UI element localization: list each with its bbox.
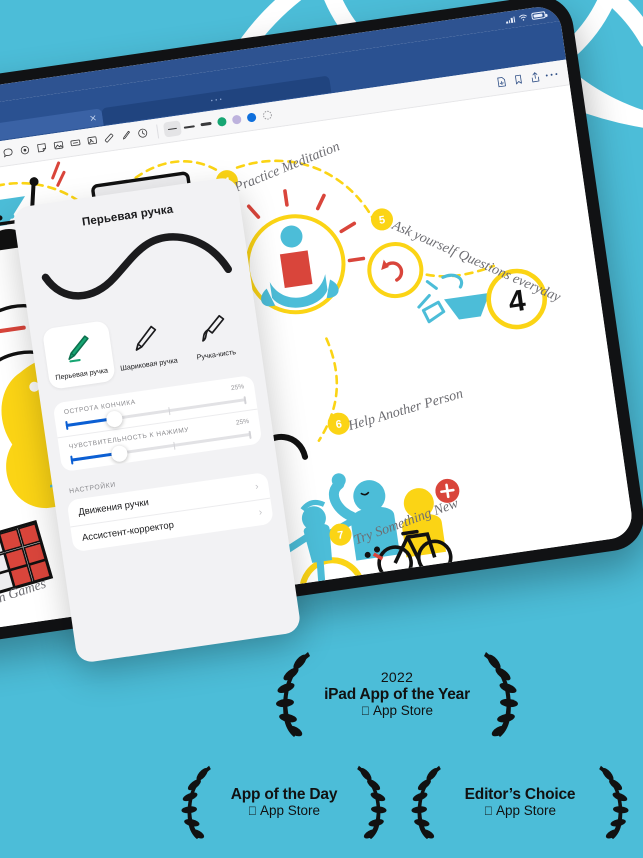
slider-knob[interactable] — [105, 409, 124, 428]
clock-icon — [138, 128, 148, 138]
width-thick-button[interactable] — [197, 115, 216, 132]
history-tool[interactable] — [133, 124, 152, 143]
comment-icon — [3, 148, 13, 158]
doodle-question-badge — [367, 242, 424, 299]
width-thin-button[interactable] — [162, 120, 182, 138]
award-store-label: App Store — [491, 803, 556, 819]
color-swatch-green[interactable] — [216, 116, 228, 127]
award-title: iPad App of the Year — [324, 685, 470, 703]
award-text: 2022 iPad App of the Year  App Store — [320, 668, 474, 718]
award-editors-choice: Editor’s Choice  App Store — [408, 762, 632, 842]
sticker-icon — [87, 136, 98, 145]
highlighter-icon — [123, 130, 130, 140]
slider-group: ОСТРОТА КОНЧИКА 25% ЧУВСТВИТЕЛЬНОСТЬ К Н… — [52, 374, 263, 473]
laurel-left-icon — [276, 652, 310, 737]
brush-pen-icon — [202, 314, 225, 342]
svg-text:Practice Meditation: Practice Meditation — [231, 139, 342, 196]
width-medium-button[interactable] — [180, 118, 199, 135]
award-text: Editor’s Choice  App Store — [450, 786, 590, 818]
slider-knob[interactable] — [110, 444, 129, 463]
apple-logo-icon:  — [248, 805, 257, 817]
battery-icon — [531, 11, 546, 20]
color-wheel-icon[interactable] — [258, 106, 277, 125]
laurel-right-icon — [599, 765, 629, 840]
add-page-icon — [496, 76, 506, 87]
status-bar-right — [505, 11, 546, 24]
settings-item-label: Движения ручки — [77, 496, 150, 518]
sticky-note-icon — [37, 143, 47, 153]
award-badges: 2022 iPad App of the Year  App Store — [0, 638, 643, 858]
apple-logo-icon:  — [484, 805, 493, 817]
award-ipad-app-of-the-year: 2022 iPad App of the Year  App Store — [272, 648, 522, 740]
award-title: Editor’s Choice — [464, 785, 576, 803]
signal-bars-icon — [505, 15, 516, 24]
award-store:  App Store — [450, 803, 590, 818]
doodle-hand-cup — [417, 273, 490, 324]
laser-pointer-icon — [20, 146, 30, 155]
svg-text:Help Another Person: Help Another Person — [346, 387, 465, 435]
slider-value: 25% — [235, 417, 250, 427]
chevron-right-icon: › — [254, 480, 260, 493]
slider-tick-mid — [167, 406, 171, 415]
more-horizontal-icon[interactable] — [210, 97, 222, 103]
share-icon — [531, 71, 539, 82]
pen-type-fountain[interactable]: Перьевая ручка — [41, 320, 116, 390]
pen-type-ballpoint[interactable]: Шариковая ручка — [109, 310, 183, 380]
bookmark-icon — [514, 74, 522, 84]
slider-tick-mid — [172, 441, 176, 450]
award-title: App of the Day — [230, 785, 338, 803]
ballpoint-pen-icon — [135, 325, 157, 351]
award-store:  App Store — [220, 803, 348, 818]
award-store-label: App Store — [368, 702, 433, 718]
slider-tick-end — [243, 395, 247, 404]
slider-tick-end — [248, 430, 252, 439]
award-app-of-the-day: App of the Day  App Store — [178, 762, 390, 842]
image-icon — [53, 141, 64, 150]
color-swatch-lavender[interactable] — [231, 114, 242, 125]
slider-label: ОСТРОТА КОНЧИКА — [63, 398, 137, 417]
chevron-right-icon: › — [258, 506, 264, 519]
pen-type-brush[interactable]: Ручка-кисть — [177, 301, 251, 371]
award-store-label: App Store — [255, 803, 320, 819]
laurel-right-icon — [484, 652, 518, 737]
award-year: 2022 — [380, 668, 414, 685]
settings-item-label: Ассистент-корректор — [81, 519, 175, 544]
laurel-right-icon — [357, 765, 387, 840]
ruler-icon — [104, 133, 114, 143]
text-box-icon — [70, 139, 81, 147]
more-horizontal-icon — [545, 72, 558, 76]
apple-logo-icon:  — [361, 705, 370, 717]
award-store:  App Store — [320, 703, 474, 718]
slider-value: 25% — [230, 383, 245, 393]
pen-type-label: Шариковая ручка — [119, 355, 179, 373]
award-text: App of the Day  App Store — [220, 786, 348, 818]
toolbar-divider-2 — [156, 124, 160, 139]
close-icon[interactable] — [89, 114, 97, 122]
pen-type-label: Ручка-кисть — [195, 347, 237, 362]
pen-type-label: Перьевая ручка — [54, 365, 109, 383]
wifi-icon — [518, 14, 527, 21]
laurel-left-icon — [181, 765, 211, 840]
fountain-pen-icon — [68, 335, 89, 363]
laurel-left-icon — [411, 765, 441, 840]
color-swatch-blue[interactable] — [246, 112, 257, 123]
more-button[interactable] — [542, 65, 561, 84]
